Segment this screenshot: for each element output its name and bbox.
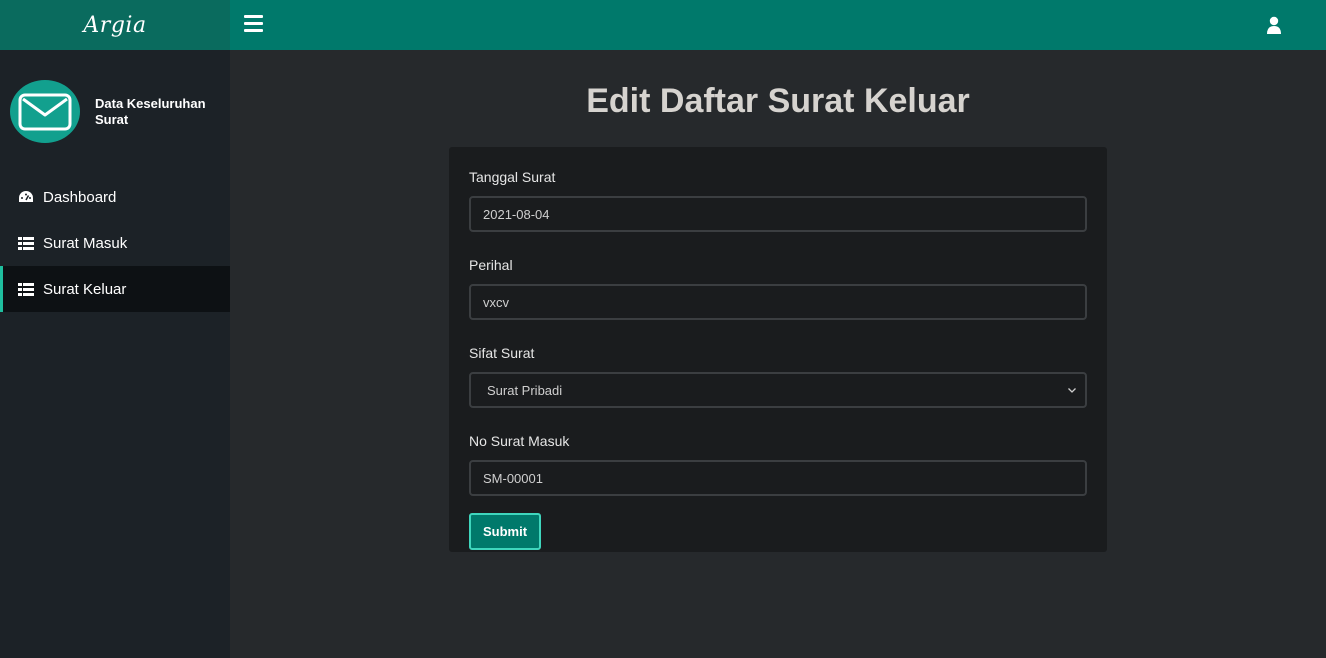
edit-form-card: Tanggal Surat 2021-08-04 Perihal vxcv Si…	[449, 147, 1107, 552]
sidebar-item-surat-masuk[interactable]: Surat Masuk	[0, 220, 230, 266]
hamburger-icon[interactable]	[244, 15, 263, 33]
envelope-avatar	[10, 80, 80, 143]
sidebar-item-surat-keluar[interactable]: Surat Keluar	[0, 266, 230, 312]
user-icon[interactable]	[1266, 16, 1282, 34]
table-icon	[18, 282, 34, 296]
no-surat-masuk-value: SM-00001	[483, 470, 543, 486]
brand-logo-text: Argia	[83, 12, 147, 38]
sidebar-profile: Data Keseluruhan Surat	[10, 80, 220, 143]
tanggal-surat-input[interactable]: 2021-08-04	[469, 196, 1087, 232]
envelope-icon	[18, 93, 72, 130]
sidebar: Data Keseluruhan Surat Dashboard Surat M…	[0, 50, 230, 658]
sidebar-item-label: Surat Masuk	[43, 234, 128, 252]
no-surat-masuk-label: No Surat Masuk	[469, 433, 570, 449]
profile-title: Data Keseluruhan Surat	[95, 95, 206, 127]
dashboard-icon	[18, 190, 34, 204]
submit-button[interactable]: Submit	[469, 513, 541, 550]
top-navbar	[230, 0, 1326, 50]
perihal-value: vxcv	[483, 294, 509, 310]
sifat-surat-label: Sifat Surat	[469, 345, 535, 361]
tanggal-surat-label: Tanggal Surat	[469, 169, 556, 185]
perihal-input[interactable]: vxcv	[469, 284, 1087, 320]
sidebar-item-label: Dashboard	[43, 188, 117, 206]
tanggal-surat-value: 2021-08-04	[483, 206, 550, 222]
page-title: Edit Daftar Surat Keluar	[586, 82, 970, 120]
sidebar-menu: Dashboard Surat Masuk Surat Keluar	[0, 174, 230, 312]
sidebar-item-dashboard[interactable]: Dashboard	[0, 174, 230, 220]
sifat-surat-select[interactable]: Surat Pribadi	[469, 372, 1087, 408]
chevron-down-icon	[1068, 388, 1076, 393]
sifat-surat-value: Surat Pribadi	[487, 382, 563, 398]
table-icon	[18, 236, 34, 250]
no-surat-masuk-input[interactable]: SM-00001	[469, 460, 1087, 496]
sidebar-item-label: Surat Keluar	[43, 280, 127, 298]
brand[interactable]: Argia	[0, 0, 230, 50]
perihal-label: Perihal	[469, 257, 513, 273]
